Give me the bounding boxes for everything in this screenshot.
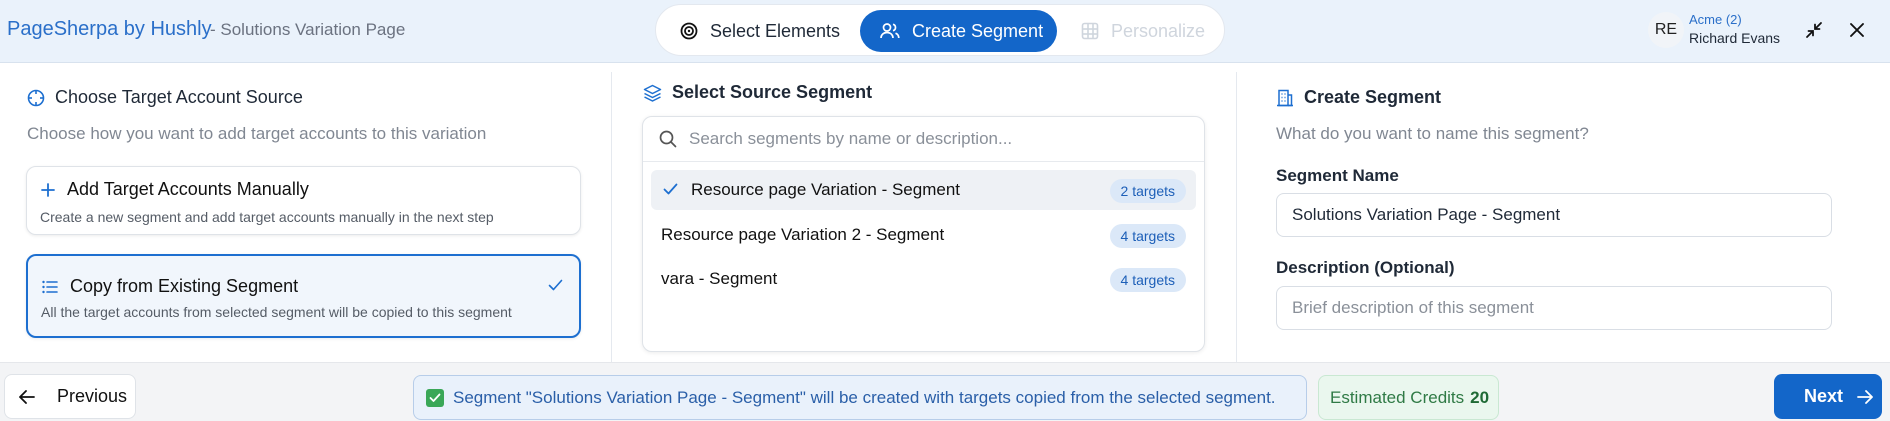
check-icon (663, 183, 678, 195)
crosshair-icon (27, 89, 45, 106)
middle-section-title-text: Select Source Segment (672, 82, 873, 102)
segment-search (643, 117, 1204, 162)
estimated-credits: Estimated Credits 20 (1318, 375, 1499, 420)
check-icon (548, 279, 563, 291)
left-section-subtitle: Choose how you want to add target accoun… (27, 124, 487, 143)
description-label: Description (Optional) (1276, 258, 1455, 277)
segment-item[interactable]: Resource page Variation - Segment 2 targ… (651, 170, 1196, 210)
option-copy-existing-desc: All the target accounts from selected se… (41, 304, 512, 320)
option-add-manually-label: Add Target Accounts Manually (67, 179, 309, 199)
info-text: Segment "Solutions Variation Page - Segm… (453, 387, 1276, 407)
checkbox-icon (426, 388, 444, 407)
info-banner: Segment "Solutions Variation Page - Segm… (413, 375, 1307, 420)
account-org[interactable]: Acme (2) (1689, 12, 1742, 27)
step-select-elements-label: Select Elements (710, 20, 841, 41)
step-create-segment-label: Create Segment (912, 20, 1044, 41)
footer-bar: Previous Segment "Solutions Variation Pa… (0, 362, 1890, 421)
option-add-manually-title: Add Target Accounts Manually (41, 179, 309, 200)
close-button[interactable] (1843, 16, 1871, 44)
middle-section-title: Select Source Segment (643, 82, 872, 103)
building-icon (1277, 89, 1293, 106)
right-section-subtitle: What do you want to name this segment? (1276, 124, 1589, 143)
segment-name: Resource page Variation 2 - Segment (661, 225, 945, 244)
left-section-title: Choose Target Account Source (27, 87, 303, 108)
previous-button-label: Previous (57, 386, 128, 406)
credits-label: Estimated Credits (1330, 387, 1465, 407)
avatar[interactable]: RE (1648, 12, 1684, 48)
left-section-title-text: Choose Target Account Source (55, 87, 303, 107)
segment-name: Resource page Variation - Segment (691, 180, 961, 199)
account-user: Richard Evans (1689, 30, 1781, 46)
segment-name-label: Segment Name (1276, 166, 1399, 185)
step-navigation: Select Elements Create Segment Personali… (655, 4, 1225, 56)
column-divider-left (611, 72, 612, 362)
search-icon (659, 130, 677, 148)
right-section-title: Create Segment (1276, 87, 1441, 108)
app-header: PageSherpa by Hushly - Solutions Variati… (0, 0, 1890, 63)
step-create-segment[interactable]: Create Segment (860, 10, 1057, 52)
minimize-icon (1806, 22, 1822, 38)
layers-icon (643, 84, 662, 102)
option-add-manually-desc: Create a new segment and add target acco… (40, 209, 494, 225)
right-section-title-text: Create Segment (1304, 87, 1442, 107)
step-select-elements[interactable]: Select Elements (680, 10, 860, 52)
segment-item[interactable]: vara - Segment 4 targets (651, 259, 1196, 299)
segment-name-input[interactable] (1276, 193, 1832, 237)
segment-target-count: 4 targets (1109, 224, 1186, 248)
credits-value: 20 (1470, 387, 1490, 407)
step-personalize-label: Personalize (1111, 20, 1206, 41)
grid-icon (1081, 22, 1099, 40)
option-copy-existing-title: Copy from Existing Segment (42, 276, 298, 297)
list-icon (42, 280, 58, 293)
segment-search-input[interactable] (689, 129, 1189, 149)
segment-target-count: 2 targets (1109, 179, 1186, 203)
target-icon (680, 22, 698, 40)
previous-button[interactable]: Previous (4, 374, 136, 419)
description-input[interactable] (1276, 286, 1832, 330)
next-button-label: Next (1804, 386, 1844, 406)
column-divider-right (1236, 72, 1237, 362)
close-icon (1850, 23, 1864, 37)
brand-name: PageSherpa by Hushly (7, 18, 212, 40)
users-icon (880, 23, 900, 39)
step-personalize[interactable]: Personalize (1081, 10, 1221, 52)
page-subtitle: - Solutions Variation Page (210, 20, 406, 39)
segment-picker: Resource page Variation - Segment 2 targ… (642, 116, 1205, 352)
segment-name: vara - Segment (661, 269, 778, 288)
segment-item[interactable]: Resource page Variation 2 - Segment 4 ta… (651, 215, 1196, 255)
next-button[interactable]: Next (1774, 374, 1882, 419)
segment-target-count: 4 targets (1109, 268, 1186, 292)
option-copy-existing-label: Copy from Existing Segment (70, 276, 299, 296)
plus-icon (41, 182, 55, 197)
arrow-right-icon (1857, 389, 1873, 404)
arrow-left-icon (19, 389, 35, 404)
minimize-button[interactable] (1800, 16, 1828, 44)
option-add-manually[interactable]: Add Target Accounts Manually Create a ne… (26, 166, 581, 235)
option-copy-existing[interactable]: Copy from Existing Segment All the targe… (26, 254, 581, 338)
